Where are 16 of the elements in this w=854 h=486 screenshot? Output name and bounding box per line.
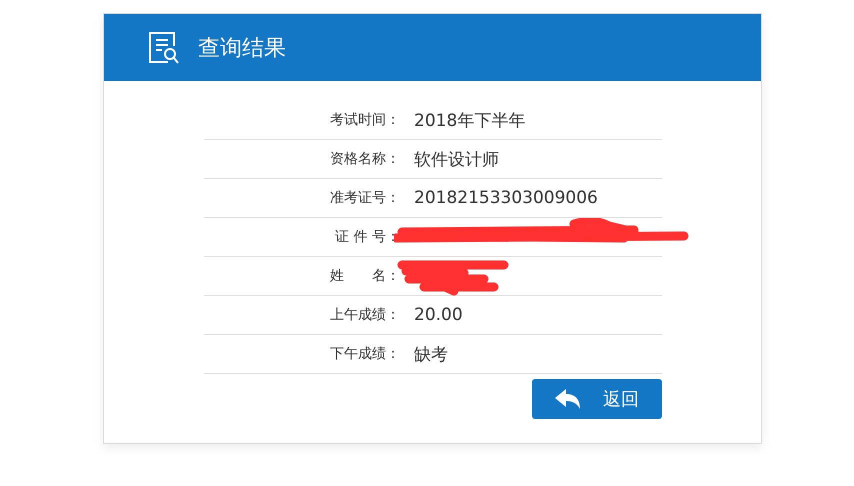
field-label: 证 件 号： — [334, 228, 400, 246]
field-label: 姓 名： — [329, 267, 400, 285]
field-value: 20182153303009006 — [413, 188, 598, 208]
field-label: 上午成绩： — [329, 306, 400, 324]
document-search-icon — [148, 30, 180, 64]
field-label: 资格名称： — [329, 150, 400, 168]
field-value: 缺考 — [413, 344, 448, 366]
field-label: 下午成绩： — [329, 345, 400, 363]
field-value: 软件设计师 — [413, 148, 499, 170]
field-value: 2018年下半年 — [413, 110, 526, 132]
field-label: 考试时间： — [329, 111, 400, 129]
field-label: 准考证号： — [329, 189, 400, 207]
reply-arrow-icon — [555, 389, 581, 409]
field-value: 20.00 — [413, 305, 463, 325]
back-button[interactable]: 返回 — [532, 379, 662, 419]
page-title: 查询结果 — [198, 34, 286, 62]
